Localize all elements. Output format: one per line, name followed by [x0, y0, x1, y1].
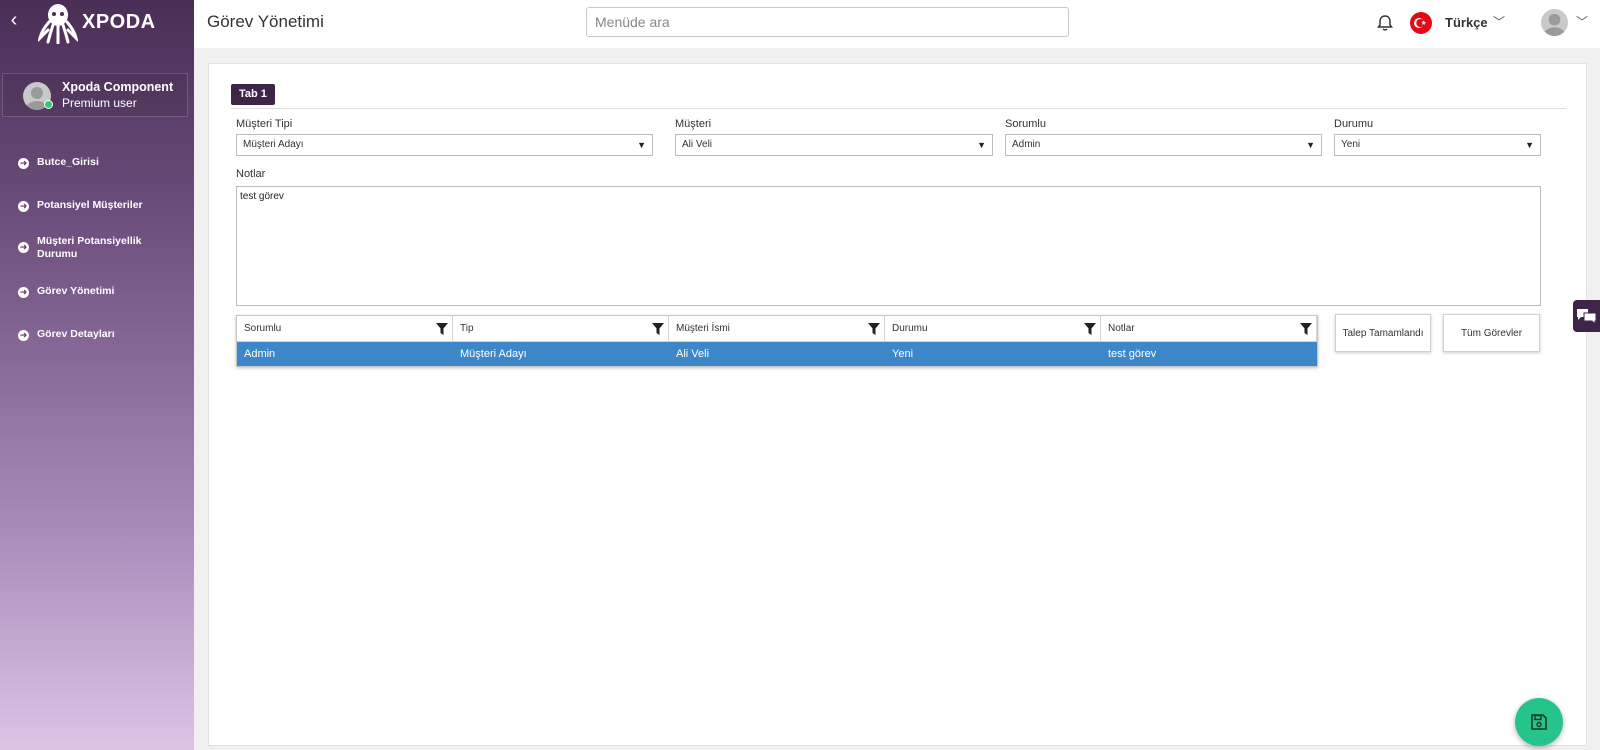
- sidebar-item-label: Butce_Girisi: [37, 156, 99, 168]
- musteri-value: Ali Veli: [682, 139, 713, 150]
- arrow-right-circle-icon: ➜: [18, 158, 29, 169]
- grid-header: Sorumlu Tip Müşteri İsmi Durumu Notlar: [237, 316, 1317, 342]
- filter-icon[interactable]: [868, 323, 880, 335]
- tab-divider: [231, 108, 1566, 109]
- octopus-logo-icon: [38, 4, 78, 44]
- arrow-right-circle-icon: ➜: [18, 242, 29, 253]
- talep-tamamlandi-button[interactable]: Talep Tamamlandı: [1335, 314, 1431, 352]
- chevron-down-icon[interactable]: ﹀: [1576, 13, 1588, 30]
- user-silhouette-icon: [1543, 13, 1566, 36]
- main-panel: Tab 1 Müşteri Tipi Müşteri Adayı ▼ Müşte…: [208, 63, 1587, 746]
- table-cell: Admin: [244, 348, 276, 360]
- arrow-right-circle-icon: ➜: [18, 330, 29, 341]
- chevron-down-icon[interactable]: ﹀: [1493, 13, 1505, 30]
- notlar-label: Notlar: [236, 168, 266, 180]
- musteri-select[interactable]: Ali Veli ▼: [675, 134, 993, 156]
- language-selector[interactable]: Türkçe: [1445, 15, 1488, 30]
- sidebar-item-label: Potansiyel Müşteriler: [37, 199, 143, 211]
- column-header-sorumlu[interactable]: Sorumlu: [237, 316, 453, 342]
- sorumlu-select[interactable]: Admin ▼: [1005, 134, 1322, 156]
- column-header-label: Notlar: [1108, 323, 1135, 334]
- musteri-tipi-label: Müşteri Tipi: [236, 118, 293, 130]
- chat-tab[interactable]: [1573, 300, 1600, 332]
- table-cell: Ali Veli: [676, 348, 710, 360]
- musteri-tipi-select[interactable]: Müşteri Adayı ▼: [236, 134, 653, 156]
- tum-gorevler-button[interactable]: Tüm Görevler: [1443, 314, 1540, 352]
- crescent-star-icon: [1414, 18, 1427, 28]
- sidebar-item-gorev-yonetimi[interactable]: ➜ Görev Yönetimi: [18, 285, 188, 298]
- sorumlu-label: Sorumlu: [1005, 118, 1046, 130]
- sidebar-item-label: Görev Yönetimi: [37, 285, 115, 297]
- caret-down-icon: ▼: [1306, 140, 1315, 150]
- chevron-left-icon[interactable]: ‹: [6, 10, 22, 30]
- filter-icon[interactable]: [1300, 323, 1312, 335]
- top-header: Görev Yönetimi Türkçe ﹀ ﹀: [194, 0, 1600, 48]
- user-card[interactable]: Xpoda Component Premium user: [2, 73, 188, 117]
- durumu-select[interactable]: Yeni ▼: [1334, 134, 1541, 156]
- turkey-flag-icon[interactable]: [1410, 12, 1432, 34]
- musteri-tipi-value: Müşteri Adayı: [243, 139, 304, 150]
- floppy-disk-icon: [1531, 714, 1547, 730]
- sidebar-item-potansiyel-musteriler[interactable]: ➜ Potansiyel Müşteriler: [18, 199, 188, 212]
- musteri-label: Müşteri: [675, 118, 712, 130]
- column-header-notlar[interactable]: Notlar: [1101, 316, 1317, 342]
- column-header-label: Sorumlu: [244, 323, 282, 334]
- filter-icon[interactable]: [436, 323, 448, 335]
- notlar-textarea[interactable]: test görev: [236, 186, 1541, 306]
- sidebar-item-butce-girisi[interactable]: ➜ Butce_Girisi: [18, 156, 188, 169]
- user-name: Xpoda Component: [62, 80, 174, 94]
- durumu-label: Durumu: [1334, 118, 1374, 130]
- sidebar-item-label: Görev Detayları: [37, 328, 115, 340]
- table-row[interactable]: Admin Müşteri Adayı Ali Veli Yeni test g…: [237, 342, 1317, 366]
- sorumlu-value: Admin: [1012, 139, 1041, 150]
- filter-icon[interactable]: [652, 323, 664, 335]
- search-input[interactable]: [586, 7, 1069, 37]
- page-title: Görev Yönetimi: [207, 12, 324, 31]
- online-status-dot: [44, 100, 53, 109]
- column-header-musteri-ismi[interactable]: Müşteri İsmi: [669, 316, 885, 342]
- table-cell: Müşteri Adayı: [460, 348, 527, 360]
- save-fab-button[interactable]: [1515, 698, 1563, 746]
- tasks-grid: Sorumlu Tip Müşteri İsmi Durumu Notlar A…: [236, 315, 1318, 367]
- durumu-value: Yeni: [1341, 139, 1361, 150]
- table-cell: test görev: [1108, 348, 1157, 360]
- column-header-tip[interactable]: Tip: [453, 316, 669, 342]
- user-avatar-icon[interactable]: [1541, 9, 1568, 36]
- caret-down-icon: ▼: [1525, 140, 1534, 150]
- arrow-right-circle-icon: ➜: [18, 201, 29, 212]
- sidebar-item-musteri-potansiyellik-durumu[interactable]: ➜ Müşteri Potansiyellik Durumu: [18, 235, 148, 261]
- sidebar-item-label: Müşteri Potansiyellik Durumu: [37, 235, 142, 260]
- arrow-right-circle-icon: ➜: [18, 287, 29, 298]
- column-header-label: Tip: [460, 323, 474, 334]
- filter-icon[interactable]: [1084, 323, 1096, 335]
- user-role: Premium user: [62, 96, 137, 110]
- caret-down-icon: ▼: [977, 140, 986, 150]
- caret-down-icon: ▼: [637, 140, 646, 150]
- brand-name: XPODA: [82, 11, 156, 33]
- column-header-durumu[interactable]: Durumu: [885, 316, 1101, 342]
- column-header-label: Durumu: [892, 323, 928, 334]
- bell-icon[interactable]: [1375, 13, 1395, 33]
- sidebar-item-gorev-detaylari[interactable]: ➜ Görev Detayları: [18, 328, 188, 341]
- chat-bubbles-icon: [1577, 309, 1597, 326]
- sidebar: ‹ XPODA Xpoda Component Premium user ➜ B…: [0, 0, 194, 750]
- tab-1[interactable]: Tab 1: [231, 84, 275, 105]
- column-header-label: Müşteri İsmi: [676, 323, 730, 334]
- table-cell: Yeni: [892, 348, 914, 360]
